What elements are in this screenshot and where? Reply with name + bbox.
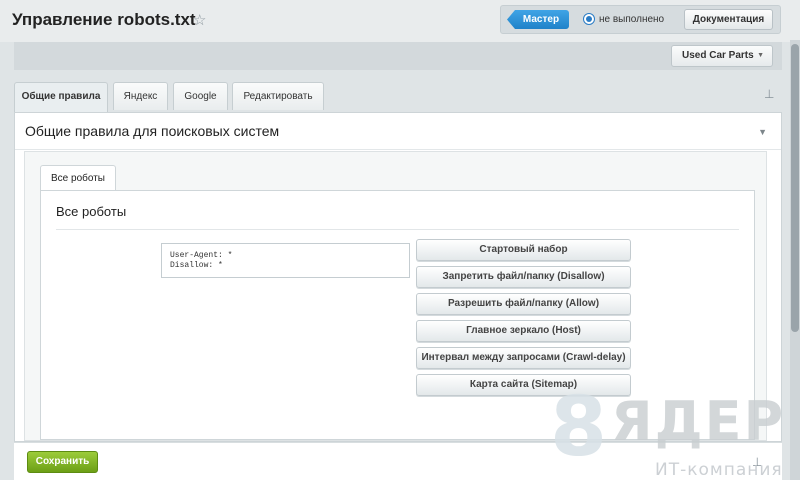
robots-box: Все роботы User-Agent: * Disallow: * Ста… bbox=[40, 190, 755, 440]
tab-yandex[interactable]: Яндекс bbox=[113, 82, 168, 110]
top-toolbar: Управление robots.txt ☆ Мастер не выполн… bbox=[0, 0, 800, 42]
host-button[interactable]: Главное зеркало (Host) bbox=[416, 320, 631, 342]
site-bar: Used Car Parts ▼ bbox=[14, 42, 782, 70]
pin-icon[interactable]: ⊥ bbox=[764, 87, 774, 101]
documentation-button[interactable]: Документация bbox=[684, 9, 773, 30]
starter-set-button[interactable]: Стартовый набор bbox=[416, 239, 631, 261]
inner-section: Все роботы Все роботы User-Agent: * Disa… bbox=[24, 151, 767, 441]
master-panel: Мастер не выполнено Документация bbox=[500, 5, 781, 34]
footer-bar: Сохранить bbox=[14, 442, 782, 480]
scrollbar-thumb[interactable] bbox=[791, 44, 799, 332]
scrollbar[interactable] bbox=[790, 40, 800, 480]
divider bbox=[15, 149, 781, 150]
robots-textarea[interactable]: User-Agent: * Disallow: * bbox=[161, 243, 410, 278]
divider bbox=[56, 229, 739, 230]
disallow-button[interactable]: Запретить файл/папку (Disallow) bbox=[416, 266, 631, 288]
page-title: Управление robots.txt bbox=[12, 10, 196, 29]
crawl-delay-button[interactable]: Интервал между запросами (Crawl-delay) bbox=[416, 347, 631, 369]
tab-general-rules[interactable]: Общие правила bbox=[14, 82, 108, 112]
star-icon[interactable]: ☆ bbox=[193, 11, 206, 29]
rules-panel: Общие правила для поисковых систем ▼ Все… bbox=[14, 112, 782, 442]
status-radio[interactable] bbox=[583, 13, 595, 25]
allow-button[interactable]: Разрешить файл/папку (Allow) bbox=[416, 293, 631, 315]
sitemap-button[interactable]: Карта сайта (Sitemap) bbox=[416, 374, 631, 396]
site-select-value: Used Car Parts bbox=[682, 50, 754, 61]
master-button[interactable]: Мастер bbox=[507, 10, 569, 29]
tab-edit[interactable]: Редактировать bbox=[232, 82, 324, 110]
status-label: не выполнено bbox=[599, 14, 665, 25]
tab-google[interactable]: Google bbox=[173, 82, 228, 110]
box-title: Все роботы bbox=[56, 204, 127, 219]
save-button[interactable]: Сохранить bbox=[27, 451, 98, 473]
panel-title: Общие правила для поисковых систем bbox=[25, 123, 280, 139]
pin-icon[interactable]: ⊥ bbox=[752, 455, 762, 469]
chevron-down-icon: ▼ bbox=[757, 52, 764, 59]
site-select[interactable]: Used Car Parts ▼ bbox=[671, 45, 773, 67]
collapse-icon[interactable]: ▼ bbox=[758, 127, 767, 137]
subtab-all-robots[interactable]: Все роботы bbox=[40, 165, 116, 191]
